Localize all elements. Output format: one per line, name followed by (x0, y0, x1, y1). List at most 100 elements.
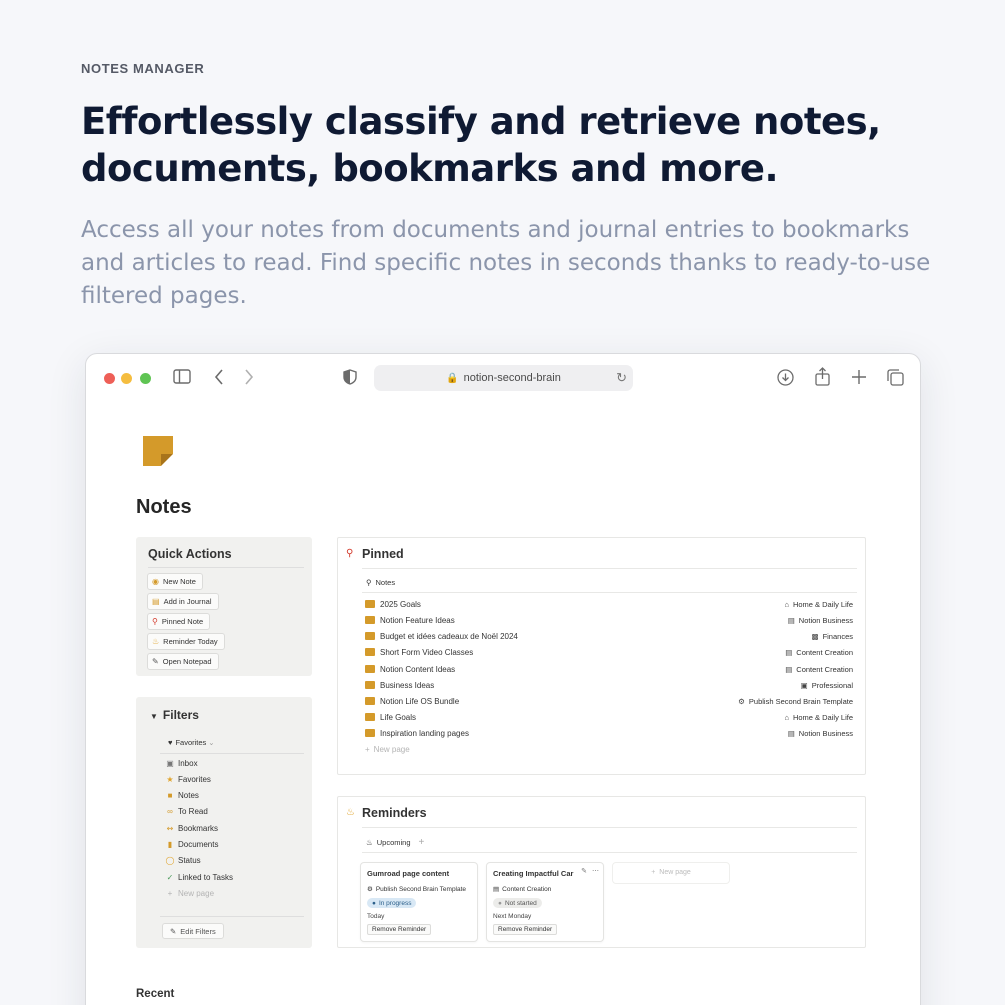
shield-icon[interactable] (343, 369, 357, 388)
notion-icon: ▤ (787, 728, 795, 738)
card-project: ▤ Content Creation (493, 885, 551, 893)
note-icon: ■ (167, 791, 173, 800)
filter-item-bookmarks[interactable]: ↭ Bookmarks (164, 824, 218, 833)
row-tag: ⚙ Publish Second Brain Template (738, 697, 853, 706)
minimize-window-button[interactable] (121, 373, 132, 384)
pinned-row[interactable]: 2025 Goals ⌂ Home & Daily Life (365, 597, 853, 611)
bell-icon: ♨ (152, 637, 160, 646)
note-icon (365, 681, 375, 689)
button-label: Pinned Note (161, 617, 204, 626)
page-title: Notes (136, 496, 192, 518)
filter-item-linked-to-tasks[interactable]: ✓ Linked to Tasks (164, 873, 233, 882)
row-title: Notion Content Ideas (380, 664, 456, 674)
status-label: In progress (378, 899, 412, 907)
notes-tab[interactable]: ⚲ Notes (366, 578, 395, 587)
download-icon[interactable] (777, 369, 794, 389)
pinned-row[interactable]: Business Ideas ▣ Professional (365, 678, 853, 692)
row-tag: ▤ Notion Business (788, 729, 853, 738)
pinned-row[interactable]: Notion Content Ideas ▤ Content Creation (365, 662, 853, 676)
open-notepad-button[interactable]: ✎ Open Notepad (147, 653, 219, 670)
card-tools: ✎ ⋯ (581, 867, 599, 875)
new-page-button[interactable]: + New page (365, 745, 410, 754)
triangle-down-icon: ▼ (150, 712, 158, 721)
filter-item-to-read[interactable]: ∞ To Read (164, 807, 208, 816)
pinned-row[interactable]: Notion Life OS Bundle ⚙ Publish Second Bra… (365, 694, 853, 708)
filters-toggle[interactable]: ▼ Filters (150, 708, 199, 722)
row-title: 2025 Goals (380, 599, 421, 609)
notion-icon: ▤ (787, 615, 795, 625)
pinned-row[interactable]: Inspiration landing pages ▤ Notion Busines… (365, 726, 853, 740)
pinned-note-button[interactable]: ⚲ Pinned Note (147, 613, 211, 630)
reminder-card[interactable]: Creating Impactful Car ✎ ⋯ ▤ Content Creat… (486, 862, 604, 942)
filter-label: Documents (178, 840, 219, 849)
gear-icon: ⚙ (367, 886, 373, 893)
zoom-window-button[interactable] (140, 373, 151, 384)
reload-icon[interactable]: ↻ (616, 370, 627, 386)
document-icon: ▮ (167, 840, 173, 849)
pencil-icon: ✎ (170, 926, 177, 936)
new-page-label: New page (178, 889, 215, 898)
remove-reminder-button[interactable]: Remove Reminder (493, 924, 558, 935)
filters-title: Filters (162, 708, 199, 722)
filter-item-status[interactable]: ◯ Status (164, 856, 201, 865)
bell-icon: ♨ (366, 838, 373, 847)
filters-panel: ▼ Filters ♥ Favorites ⌄ ▣ Inbox ★ Favorites ■… (136, 697, 312, 948)
button-label: Reminder Today (163, 637, 218, 646)
tag-label: Content Creation (796, 664, 853, 674)
plus-icon[interactable]: + (419, 837, 425, 848)
remove-reminder-button[interactable]: Remove Reminder (367, 924, 432, 935)
plus-circle-icon: ◉ (152, 577, 159, 586)
headline: Effortlessly classify and retrieve notes… (81, 100, 881, 190)
note-icon (365, 713, 375, 721)
edit-icon[interactable]: ✎ (581, 868, 587, 875)
calendar-icon: ▤ (493, 886, 500, 893)
bell-icon: ♨ (346, 807, 355, 818)
reminders-title: Reminders (362, 806, 427, 820)
pinned-row[interactable]: Short Form Video Classes ▤ Content Creatio… (365, 645, 853, 659)
filter-label: Inbox (178, 759, 198, 768)
filter-item-notes[interactable]: ■ Notes (164, 791, 199, 800)
reminder-today-button[interactable]: ♨ Reminder Today (147, 633, 225, 650)
more-icon[interactable]: ⋯ (592, 868, 599, 875)
filter-label: Linked to Tasks (178, 873, 233, 882)
address-bar[interactable]: 🔒 notion-second-brain ↻ (374, 365, 633, 391)
filter-item-documents[interactable]: ▮ Documents (164, 840, 219, 849)
filter-item-inbox[interactable]: ▣ Inbox (164, 759, 198, 768)
reminders-section: ♨ Reminders ♨ Upcoming + Gumroad page cont… (337, 796, 866, 948)
subtitle: Access all your notes from documents and… (81, 217, 931, 309)
note-icon (365, 616, 375, 624)
row-tag: ▣ Professional (801, 681, 853, 690)
new-tab-icon[interactable] (851, 369, 867, 388)
lock-icon: 🔒 (446, 372, 459, 384)
filter-label: Favorites (178, 775, 211, 784)
upcoming-tab[interactable]: ♨ Upcoming + (366, 837, 424, 848)
new-page-label: + New page (613, 869, 729, 876)
new-card-button[interactable]: + New page (612, 862, 730, 884)
favorites-tab[interactable]: ♥ Favorites ⌄ (168, 738, 215, 747)
row-tag: ▤ Notion Business (788, 616, 853, 625)
pinned-row[interactable]: Notion Feature Ideas ▤ Notion Business (365, 613, 853, 627)
divider (160, 916, 304, 917)
heart-icon: ♥ (168, 738, 173, 747)
reminder-card[interactable]: Gumroad page content ⚙ Publish Second Bra… (360, 862, 478, 942)
new-note-button[interactable]: ◉ New Note (147, 573, 203, 590)
browser-window: 🔒 notion-second-brain ↻ Notes Quick Acti… (85, 353, 921, 1005)
pinned-row[interactable]: Life Goals ⌂ Home & Daily Life (365, 710, 853, 724)
browser-toolbar: 🔒 notion-second-brain ↻ (86, 354, 920, 402)
new-page-button[interactable]: + New page (164, 889, 214, 898)
tab-label: Notes (375, 578, 396, 587)
pinned-row[interactable]: Budget et idées cadeaux de Noël 2024 ▩ Fin… (365, 629, 853, 643)
close-window-button[interactable] (104, 373, 115, 384)
home-icon: ⌂ (784, 712, 789, 722)
forward-icon[interactable] (244, 369, 254, 388)
card-project: ⚙ Publish Second Brain Template (367, 885, 466, 893)
share-icon[interactable] (815, 367, 830, 389)
filter-item-favorites[interactable]: ★ Favorites (164, 775, 211, 784)
sidebar-toggle-icon[interactable] (173, 369, 191, 387)
back-icon[interactable] (214, 369, 224, 388)
status-badge: ● Not started (493, 898, 542, 908)
tab-overview-icon[interactable] (887, 369, 904, 389)
edit-filters-button[interactable]: ✎ Edit Filters (162, 923, 224, 939)
row-title: Notion Life OS Bundle (380, 696, 460, 706)
add-in-journal-button[interactable]: ▤ Add in Journal (147, 593, 219, 610)
